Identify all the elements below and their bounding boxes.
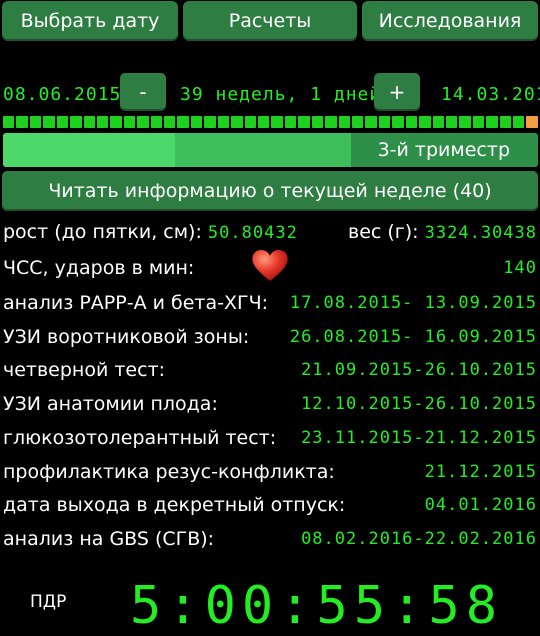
test-date-range: 08.02.2016-22.02.2016 xyxy=(301,528,537,549)
week-segment xyxy=(298,116,310,128)
week-segment xyxy=(83,116,95,128)
countdown-timer: 5:00:55:58 xyxy=(130,576,504,636)
test-row: УЗИ воротниковой зоны: 26.08.2015- 16.09.… xyxy=(3,322,537,352)
end-date: 14.03.2016 xyxy=(441,84,540,105)
minus-day-button[interactable]: - xyxy=(120,73,166,111)
week-segment xyxy=(486,116,498,128)
start-date: 08.06.2015 xyxy=(3,84,122,105)
test-date-range: 26.08.2015- 16.09.2015 xyxy=(289,326,537,347)
week-segment xyxy=(338,116,350,128)
height-label: рост (до пятки, см): 50.80432 xyxy=(3,221,298,243)
test-label: анализ на GBS (СГВ): xyxy=(3,527,215,550)
weight-label: вес (г): xyxy=(348,221,419,243)
week-segment xyxy=(258,116,270,128)
plus-day-button[interactable]: + xyxy=(374,73,420,111)
week-segment xyxy=(110,116,122,128)
week-segment xyxy=(177,116,189,128)
heart-icon xyxy=(252,250,288,281)
week-segment xyxy=(231,116,243,128)
test-row: дата выхода в декретный отпуск: 04.01.201… xyxy=(3,490,537,520)
week-segment xyxy=(459,116,471,128)
week-segment xyxy=(3,116,15,128)
week-segment xyxy=(123,116,136,128)
research-button[interactable]: Исследования xyxy=(362,1,538,41)
week-segment xyxy=(325,116,337,128)
choose-date-button[interactable]: Выбрать дату xyxy=(2,1,178,41)
test-label: анализ РАРР-А и бета-ХГЧ: xyxy=(3,292,268,314)
week-segment xyxy=(405,116,418,128)
week-segment xyxy=(150,116,163,128)
week-segment xyxy=(137,116,149,128)
height-value: 50.80432 xyxy=(207,223,298,243)
test-label: четверной тест: xyxy=(3,359,166,382)
week-segment xyxy=(217,116,230,128)
due-date-label: ПДР xyxy=(30,592,67,612)
trimester-label: 3-й триместр xyxy=(377,139,510,161)
week-segment xyxy=(526,116,538,128)
week-segment xyxy=(365,116,377,128)
week-segment xyxy=(472,116,485,128)
weight-value: 3324.30438 xyxy=(424,223,537,243)
week-segment xyxy=(419,116,431,128)
week-segment xyxy=(499,116,512,128)
pregnancy-duration: 39 недель, 1 дней xyxy=(180,84,382,105)
week-segment xyxy=(513,116,525,128)
week-segment xyxy=(164,116,176,128)
week-segment xyxy=(392,116,404,128)
week-segment xyxy=(204,116,216,128)
week-segment xyxy=(43,116,55,128)
test-label: УЗИ воротниковой зоны: xyxy=(3,325,250,348)
heart-rate-value: 140 xyxy=(503,258,537,278)
week-progress-bar xyxy=(3,116,538,128)
week-segment xyxy=(96,116,109,128)
test-date-range: 12.10.2015-26.10.2015 xyxy=(301,394,537,415)
read-week-info-button[interactable]: Читать информацию о текущей неделе (40) xyxy=(2,171,538,211)
week-segment xyxy=(445,116,458,128)
test-date-range: 23.11.2015-21.12.2015 xyxy=(301,427,537,448)
test-label: профилактика резус-конфликта: xyxy=(3,460,335,483)
week-segment xyxy=(432,116,444,128)
week-segment xyxy=(351,116,364,128)
test-date-range: 21.12.2015 xyxy=(424,461,537,482)
weight-label-group: вес (г): 3324.30438 xyxy=(348,217,537,248)
test-date-range: 21.09.2015-26.10.2015 xyxy=(301,360,537,381)
test-row: профилактика резус-конфликта: 21.12.2015 xyxy=(3,457,537,487)
test-row: четверной тест: 21.09.2015-26.10.2015 xyxy=(3,355,537,385)
week-segment xyxy=(244,116,257,128)
week-segment xyxy=(56,116,69,128)
test-label: дата выхода в декретный отпуск: xyxy=(3,494,346,517)
test-row: анализ РАРР-А и бета-ХГЧ: 17.08.2015- 13.… xyxy=(3,288,537,318)
week-segment xyxy=(70,116,82,128)
week-segment xyxy=(29,116,42,128)
test-date-range: 04.01.2016 xyxy=(424,495,537,516)
height-weight-row: рост (до пятки, см): 50.80432 вес (г): 3… xyxy=(3,217,537,247)
trimester-2-segment xyxy=(175,133,351,167)
week-segment xyxy=(378,116,391,128)
trimester-1-segment xyxy=(3,133,175,167)
week-segment xyxy=(271,116,283,128)
week-segment xyxy=(284,116,297,128)
trimester-bar: 3-й триместр xyxy=(3,133,538,167)
test-label: УЗИ анатомии плода: xyxy=(3,393,218,416)
week-segment xyxy=(16,116,28,128)
calculations-button[interactable]: Расчеты xyxy=(183,1,357,41)
test-date-range: 17.08.2015- 13.09.2015 xyxy=(289,293,537,313)
heart-rate-label: ЧСС, ударов в мин: xyxy=(3,257,195,279)
test-row: глюкозотолерантный тест: 23.11.2015-21.12… xyxy=(3,423,537,453)
test-row: УЗИ анатомии плода: 12.10.2015-26.10.2015 xyxy=(3,389,537,419)
test-label: глюкозотолерантный тест: xyxy=(3,426,277,449)
week-segment xyxy=(190,116,203,128)
test-row: анализ на GBS (СГВ): 08.02.2016-22.02.201… xyxy=(3,524,537,554)
week-segment xyxy=(311,116,324,128)
